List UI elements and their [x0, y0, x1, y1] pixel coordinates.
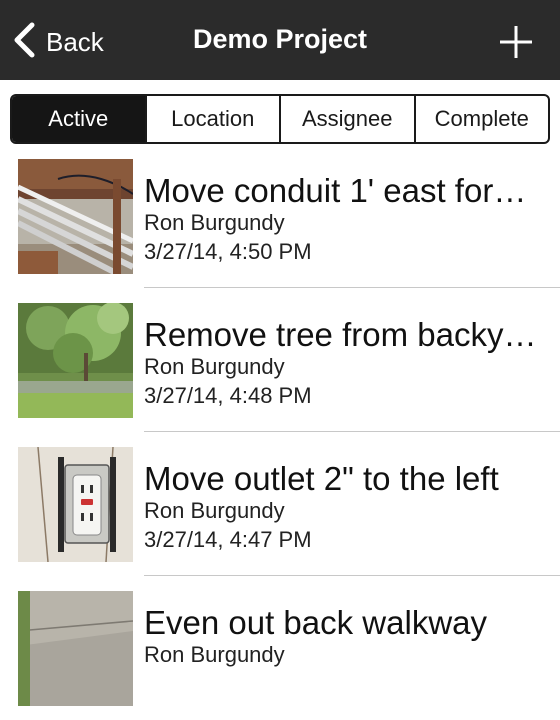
list-item[interactable]: Move conduit 1' east for… Ron Burgundy 3… [0, 144, 560, 288]
walkway-photo [18, 591, 133, 706]
chevron-left-icon [12, 21, 36, 64]
outlet-photo [18, 447, 133, 562]
item-assignee: Ron Burgundy [144, 498, 285, 523]
tree-photo [18, 303, 133, 418]
back-button[interactable]: Back [12, 20, 104, 64]
item-date: 3/27/14, 4:50 PM [144, 239, 312, 264]
item-title: Move outlet 2" to the left [144, 460, 499, 497]
item-assignee: Ron Burgundy [144, 354, 285, 379]
tab-assignee[interactable]: Assignee [279, 96, 414, 142]
plus-icon [500, 26, 532, 58]
list-item[interactable]: Remove tree from backy… Ron Burgundy 3/2… [0, 288, 560, 432]
add-button[interactable] [496, 22, 536, 62]
item-date: 3/27/14, 4:48 PM [144, 383, 312, 408]
item-assignee: Ron Burgundy [144, 210, 285, 235]
tab-complete[interactable]: Complete [413, 96, 549, 142]
conduit-photo [18, 159, 133, 274]
item-title: Even out back walkway [144, 604, 488, 641]
list-item[interactable]: Even out back walkway Ron Burgundy [0, 576, 560, 720]
item-title: Remove tree from backy… [144, 316, 537, 353]
tab-active[interactable]: Active [12, 96, 145, 142]
back-label: Back [46, 26, 104, 57]
navigation-bar: Back Demo Project [0, 0, 560, 80]
item-title: Move conduit 1' east for… [144, 172, 527, 209]
item-date: 3/27/14, 4:47 PM [144, 527, 312, 552]
tab-location[interactable]: Location [144, 96, 280, 142]
item-assignee: Ron Burgundy [144, 642, 285, 667]
list-item[interactable]: Move outlet 2" to the left Ron Burgundy … [0, 432, 560, 576]
filter-segmented-control: Active Location Assignee Complete [10, 94, 550, 144]
